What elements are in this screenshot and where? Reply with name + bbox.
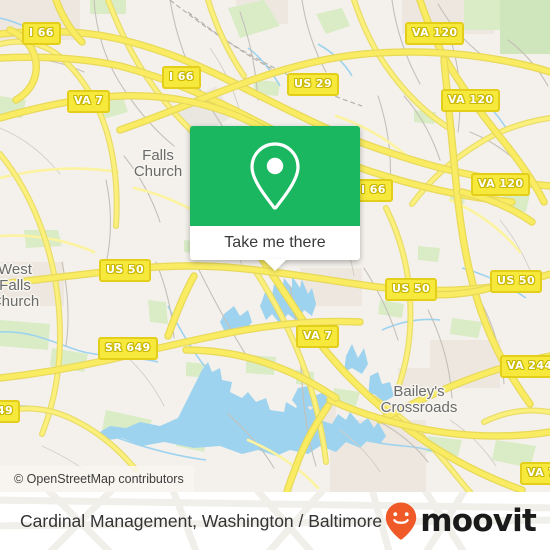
route-shield-va244: VA 244: [500, 355, 550, 378]
place-label-line: Falls Church: [133, 147, 183, 180]
take-me-there-label: Take me there: [224, 234, 326, 251]
route-shield-va120-n: VA 120: [405, 22, 465, 45]
moovit-brand[interactable]: moovit: [384, 501, 537, 541]
route-shield-us50-e: US 50: [490, 270, 542, 293]
route-shield-va7-nw: VA 7: [67, 90, 111, 113]
screenshot-root: .lu-res { fill:#ede7e0; } .lu-park { fil…: [0, 0, 550, 550]
route-shield-i66-nw: I 66: [22, 22, 61, 45]
route-shield-sr649: SR 649: [98, 337, 158, 360]
moovit-pin-smile-icon: [386, 502, 417, 540]
footer-bar: Cardinal Management, Washington / Baltim…: [0, 492, 550, 550]
route-shield-va7-c: VA 7: [296, 325, 340, 348]
callout-pointer-tail: [263, 259, 287, 271]
location-callout-card[interactable]: Take me there: [190, 126, 360, 271]
route-shield-va7-se: VA 7: [520, 462, 550, 485]
route-shield-sr649-clip: 49: [0, 400, 21, 423]
route-shield-us50-w: US 50: [99, 259, 151, 282]
route-shield-va120-e: VA 120: [471, 173, 531, 196]
place-label-baileys-crossroads: Bailey's Crossroads: [366, 384, 472, 416]
place-label-falls-church: Falls Church: [118, 148, 198, 180]
callout-header: [190, 126, 360, 226]
route-shield-i66-w: I 66: [162, 66, 201, 89]
callout-footer[interactable]: Take me there: [190, 226, 360, 271]
map-attribution[interactable]: © OpenStreetMap contributors: [0, 466, 194, 492]
map-pin-icon: [250, 142, 300, 210]
page-title: Cardinal Management, Washington / Baltim…: [20, 511, 383, 531]
place-label-line: Bailey's Crossroads: [380, 383, 458, 416]
route-shield-us29: US 29: [287, 73, 339, 96]
place-label-line: West Falls Church: [0, 261, 40, 310]
route-shield-va120-ne: VA 120: [441, 89, 501, 112]
moovit-wordmark: moovit: [420, 502, 537, 539]
route-shield-us50-c: US 50: [385, 278, 437, 301]
place-label-west-falls-church: West Falls Church: [0, 262, 46, 310]
